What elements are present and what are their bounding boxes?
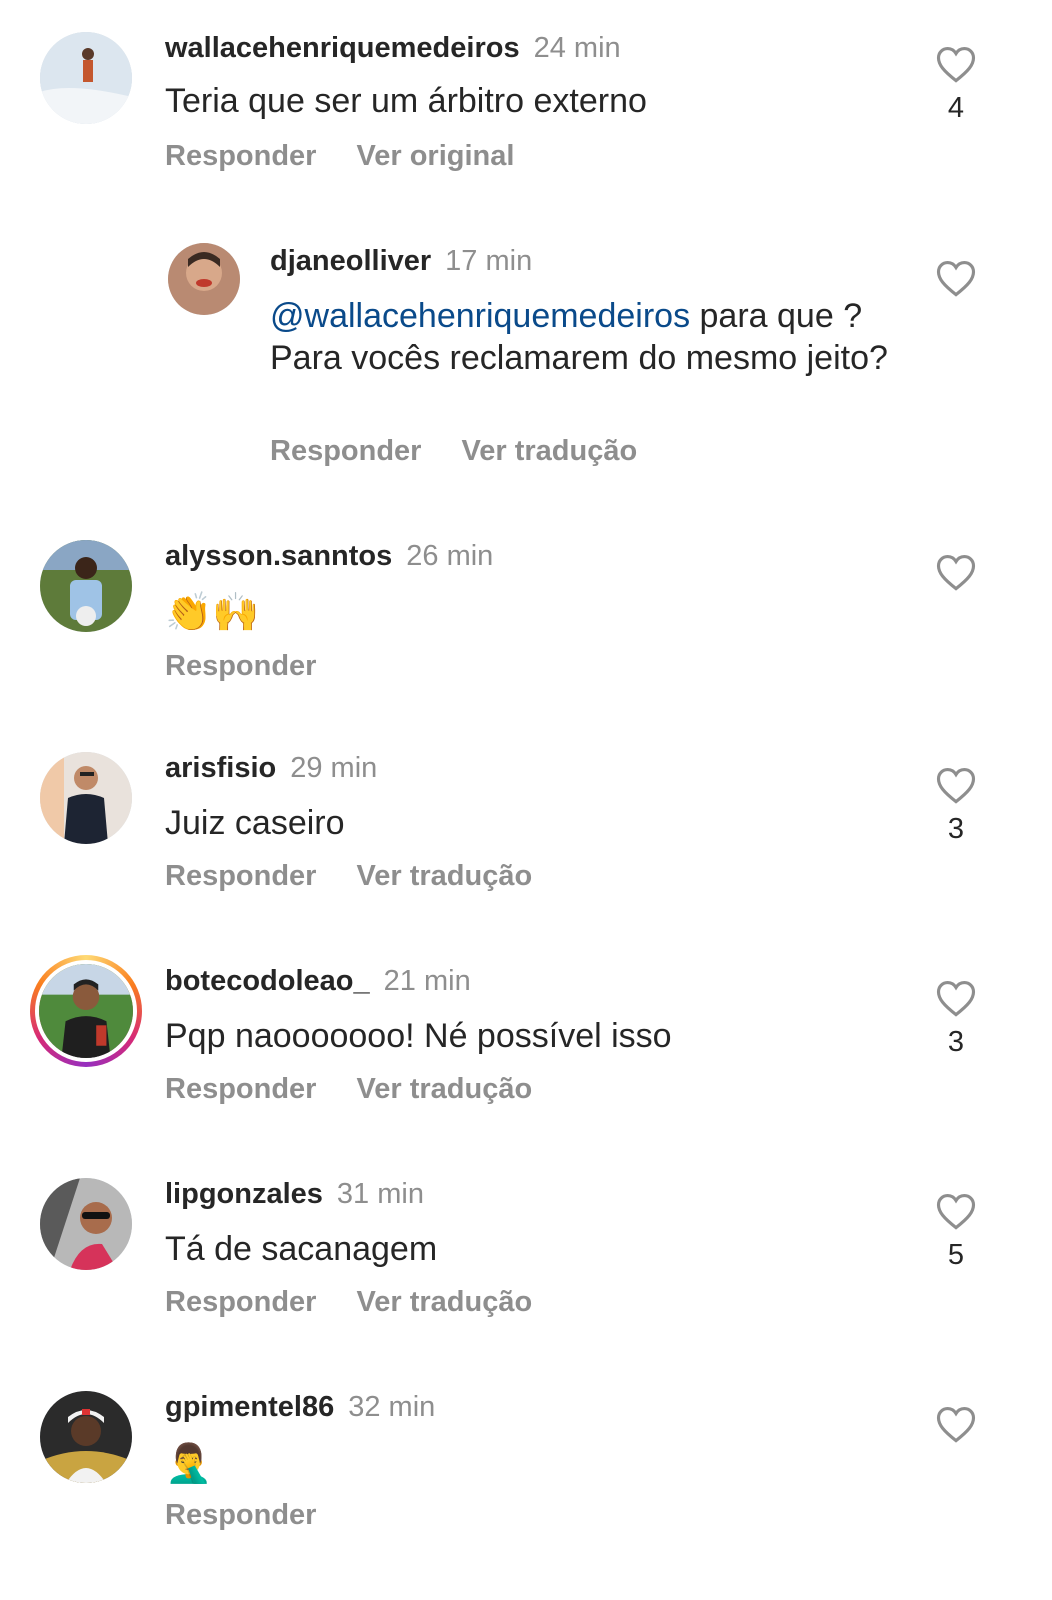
mention-link[interactable]: @wallacehenriquemedeiros — [270, 297, 690, 335]
like-control — [934, 258, 978, 298]
comment-meta: arisfisio 29 min — [165, 750, 377, 786]
timestamp: 32 min — [348, 1391, 436, 1423]
comment-text: Teria que ser um árbitro externo — [165, 82, 647, 120]
comment-meta: djaneolliver 17 min — [270, 243, 532, 279]
comment-item: gpimentel86 32 min 🤦‍♂️ Responder — [0, 1389, 1052, 1559]
reply-button[interactable]: Responder — [165, 860, 316, 892]
like-control — [934, 552, 978, 592]
like-control — [934, 1404, 978, 1444]
comment-text: Pqp naooooooo! Né possível isso — [165, 1017, 672, 1055]
comment-actions: Responder Ver tradução — [165, 1286, 572, 1319]
see-translation-button[interactable]: Ver tradução — [356, 860, 532, 892]
timestamp: 29 min — [290, 752, 378, 784]
reply-button[interactable]: Responder — [270, 435, 421, 467]
avatar[interactable] — [40, 752, 132, 844]
comment-actions: Responder — [165, 650, 356, 683]
comment-item: botecodoleao_ 21 min Pqp naooooooo! Né po… — [0, 955, 1052, 1133]
avatar — [35, 960, 137, 1062]
comment-meta: alysson.sanntos 26 min — [165, 538, 493, 574]
avatar-story-ring[interactable] — [30, 955, 142, 1067]
comment-item: lipgonzales 31 min Tá de sacanagem Respon… — [0, 1176, 1052, 1346]
timestamp: 24 min — [533, 32, 621, 64]
timestamp: 21 min — [383, 965, 471, 997]
see-original-button[interactable]: Ver original — [356, 140, 514, 172]
reply-button[interactable]: Responder — [165, 140, 316, 172]
heart-outline-icon[interactable] — [934, 765, 978, 805]
avatar[interactable] — [168, 243, 240, 315]
comment-meta: gpimentel86 32 min — [165, 1389, 435, 1425]
avatar[interactable] — [40, 1391, 132, 1483]
avatar[interactable] — [40, 32, 132, 124]
like-count: 4 — [947, 92, 965, 124]
comments-list: wallacehenriquemedeiros 24 min Teria que … — [0, 0, 1052, 1600]
timestamp: 31 min — [336, 1178, 424, 1210]
comment-item: alysson.sanntos 26 min 👏🙌 Responder — [0, 538, 1052, 708]
avatar[interactable] — [40, 540, 132, 632]
username[interactable]: botecodoleao_ — [165, 965, 370, 997]
comment-actions: Responder Ver tradução — [270, 435, 677, 468]
timestamp: 26 min — [406, 540, 494, 572]
comment-text: Tá de sacanagem — [165, 1230, 438, 1268]
heart-outline-icon[interactable] — [934, 552, 978, 592]
heart-outline-icon[interactable] — [934, 1191, 978, 1231]
comment-actions: Responder — [165, 1499, 356, 1532]
comment-text: 👏🙌 — [165, 592, 260, 634]
comment-actions: Responder Ver tradução — [165, 860, 572, 893]
username[interactable]: wallacehenriquemedeiros — [165, 32, 520, 64]
reply-button[interactable]: Responder — [165, 1286, 316, 1318]
reply-item: djaneolliver 17 min @wallacehenriquemedei… — [0, 243, 1052, 483]
like-control: 3 — [934, 765, 978, 846]
comment-meta: botecodoleao_ 21 min — [165, 963, 471, 999]
like-control: 5 — [934, 1191, 978, 1272]
see-translation-button[interactable]: Ver tradução — [356, 1073, 532, 1105]
see-translation-button[interactable]: Ver tradução — [356, 1286, 532, 1318]
like-count: 3 — [947, 1026, 965, 1058]
see-translation-button[interactable]: Ver tradução — [461, 435, 637, 467]
username[interactable]: lipgonzales — [165, 1178, 323, 1210]
username[interactable]: gpimentel86 — [165, 1391, 334, 1423]
heart-outline-icon[interactable] — [934, 1404, 978, 1444]
heart-outline-icon[interactable] — [934, 44, 978, 84]
comment-actions: Responder Ver tradução — [165, 1073, 572, 1106]
heart-outline-icon[interactable] — [934, 978, 978, 1018]
comment-text: @wallacehenriquemedeiros para que ? Para… — [270, 295, 890, 379]
timestamp: 17 min — [445, 245, 533, 277]
like-control: 4 — [934, 44, 978, 125]
username[interactable]: arisfisio — [165, 752, 276, 784]
avatar[interactable] — [40, 1178, 132, 1270]
reply-button[interactable]: Responder — [165, 1499, 316, 1531]
comment-meta: lipgonzales 31 min — [165, 1176, 424, 1212]
comment-text: 🤦‍♂️ — [165, 1443, 213, 1485]
comment-item: arisfisio 29 min Juiz caseiro Responder Ve… — [0, 750, 1052, 920]
username[interactable]: djaneolliver — [270, 245, 431, 277]
like-control: 3 — [934, 978, 978, 1059]
heart-outline-icon[interactable] — [934, 258, 978, 298]
comment-item: wallacehenriquemedeiros 24 min Teria que … — [0, 30, 1052, 200]
reply-button[interactable]: Responder — [165, 650, 316, 682]
like-count: 3 — [947, 813, 965, 845]
username[interactable]: alysson.sanntos — [165, 540, 392, 572]
like-count: 5 — [947, 1239, 965, 1271]
comment-text: Juiz caseiro — [165, 804, 345, 842]
reply-button[interactable]: Responder — [165, 1073, 316, 1105]
comment-actions: Responder Ver original — [165, 140, 554, 173]
comment-meta: wallacehenriquemedeiros 24 min — [165, 30, 621, 66]
